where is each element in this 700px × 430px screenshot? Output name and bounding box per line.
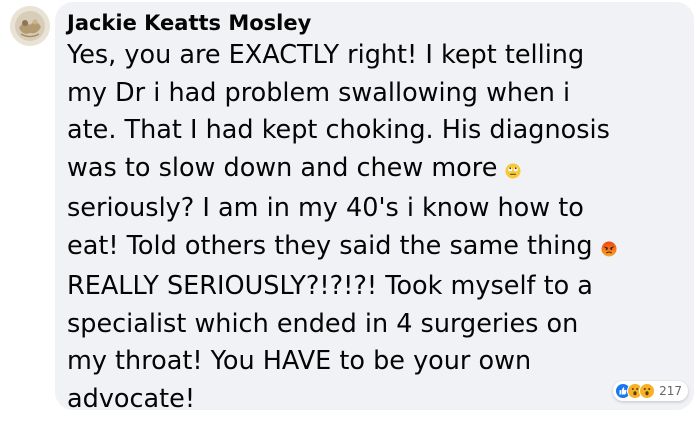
- comment-line-with-emoji: was to slow down and chew more: [67, 150, 679, 191]
- comment-line: eat! Told others they said the same thin…: [67, 230, 593, 261]
- comment-text: Yes, you are EXACTLY right! I kept telli…: [67, 37, 679, 418]
- comment-line: ate. That I had kept choking. His diagno…: [67, 115, 610, 145]
- comment-line: REALLY SERIOUSLY?!?!?! Took myself to a: [67, 271, 593, 301]
- comment-line: my throat! You HAVE to be your own: [67, 346, 532, 376]
- comment-line: Yes, you are EXACTLY right! I kept telli…: [67, 40, 585, 70]
- avatar-photo: [10, 6, 50, 46]
- comment-author[interactable]: Jackie Keatts Mosley: [67, 10, 311, 36]
- angry-emoji-icon: [601, 231, 617, 269]
- eye-roll-emoji-icon: [505, 153, 521, 191]
- comment-line: my Dr i had problem swallowing when i: [67, 77, 571, 108]
- comment-bubble: Jackie Keatts Mosley Yes, you are EXACTL…: [55, 2, 694, 414]
- comment-line: advocate!: [67, 383, 196, 414]
- comment-line: specialist which ended in 4 surgeries on: [67, 308, 579, 339]
- avatar[interactable]: [10, 6, 50, 46]
- reactions-summary[interactable]: 217: [613, 381, 688, 401]
- comment-line-with-emoji: eat! Told others they said the same thin…: [67, 228, 679, 269]
- comment-line: seriously? I am in my 40's i know how to: [67, 193, 584, 223]
- wow-icon: [639, 383, 656, 399]
- reaction-count: 217: [659, 384, 682, 398]
- comment-line: was to slow down and chew more: [67, 152, 498, 183]
